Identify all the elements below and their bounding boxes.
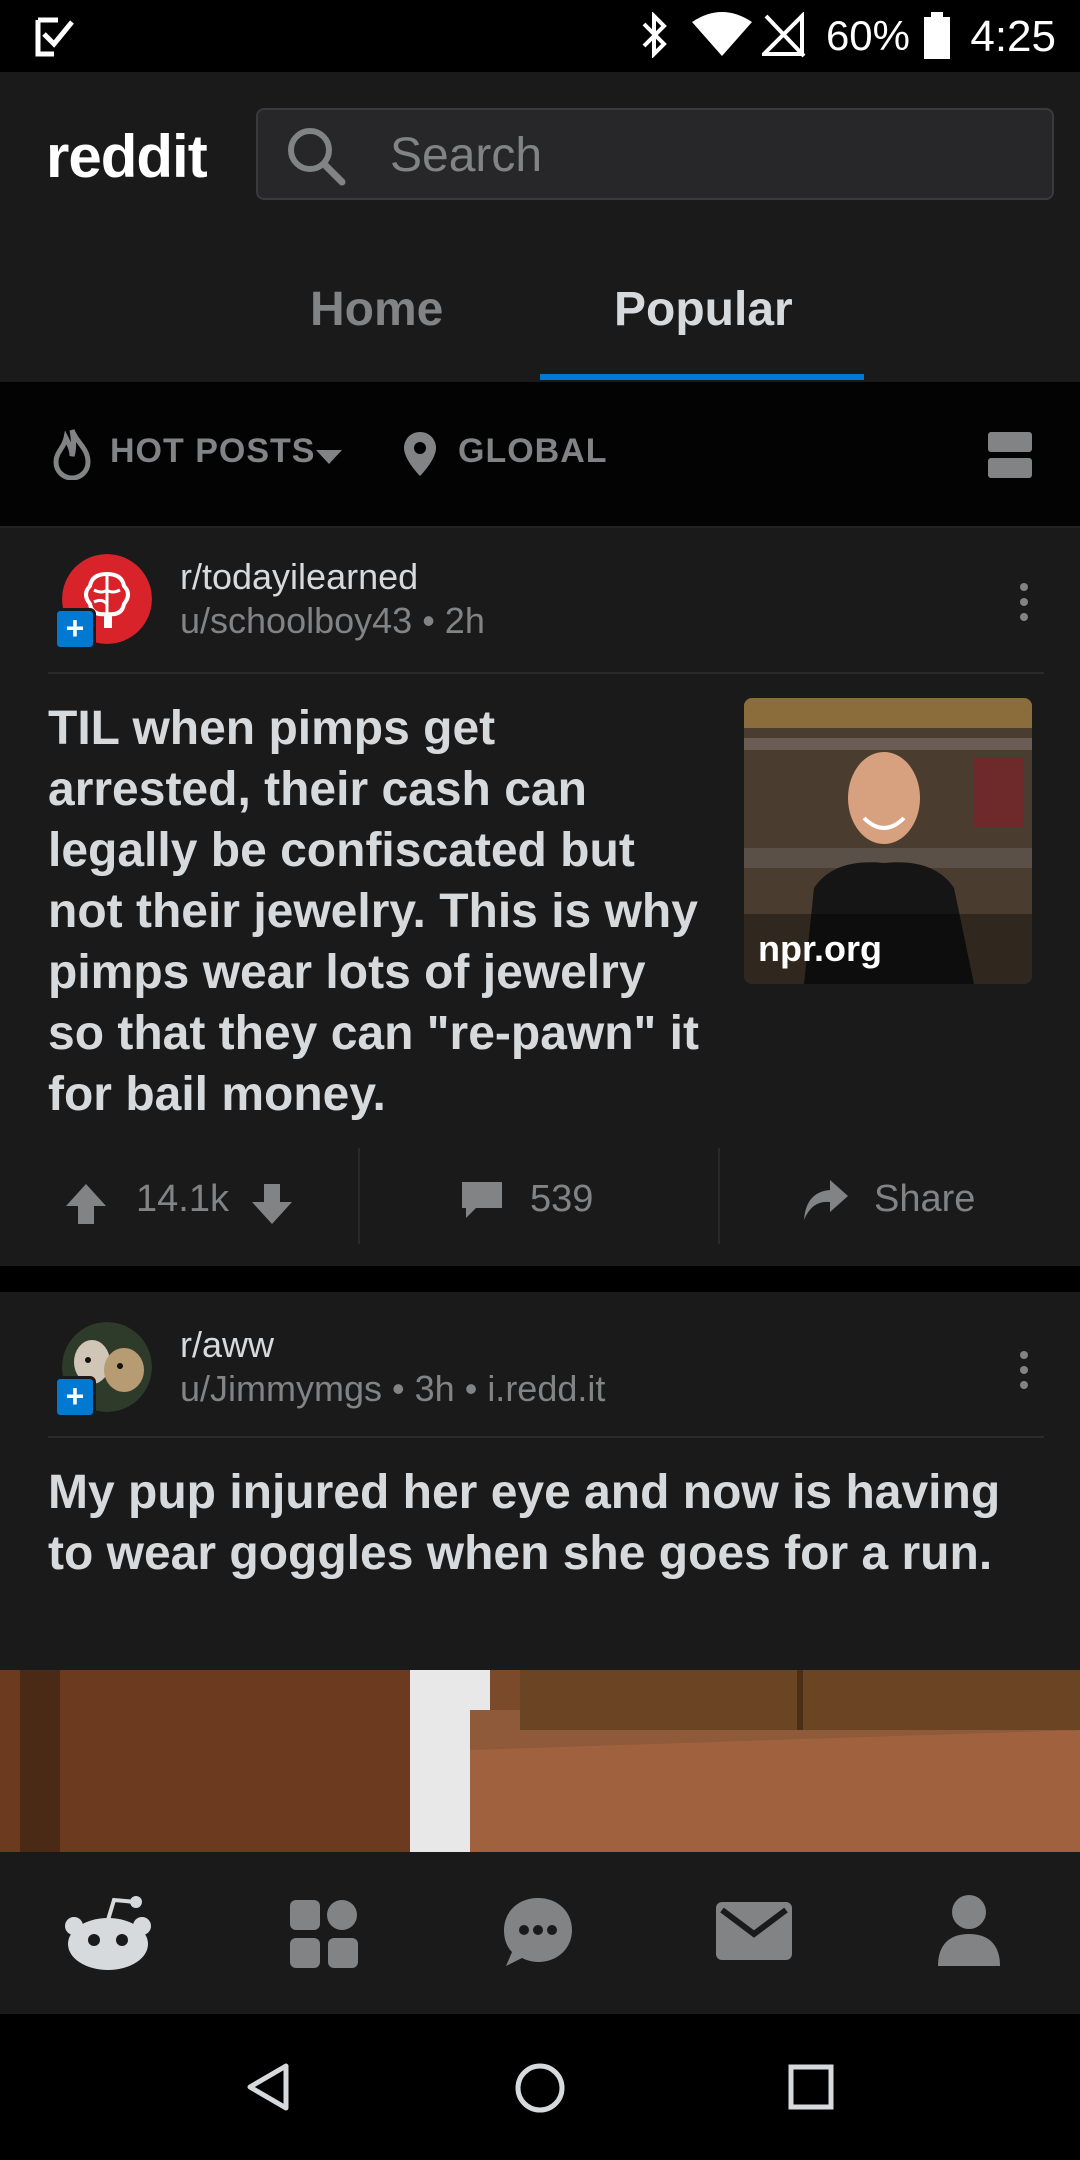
more-options-icon[interactable]	[1018, 1350, 1030, 1390]
location-filter[interactable]: GLOBAL	[400, 422, 607, 492]
post-meta: u/Jimmymgs • 3h • i.redd.it	[180, 1368, 605, 1410]
tab-home[interactable]: Home	[310, 282, 443, 337]
share-arrow-icon	[804, 1180, 848, 1220]
post-title: TIL when pimps get arrested, their cash …	[48, 702, 699, 1121]
system-navigation-bar	[0, 2014, 1080, 2160]
no-signal-icon	[762, 12, 806, 58]
profile-icon[interactable]	[936, 1894, 1002, 1966]
comments-button[interactable]: 539	[360, 1148, 718, 1244]
post-domain[interactable]: i.redd.it	[487, 1368, 605, 1409]
communities-icon[interactable]	[290, 1900, 358, 1968]
post-author[interactable]: u/Jimmymgs	[180, 1368, 382, 1409]
reddit-logo[interactable]: reddit	[46, 122, 208, 191]
post-title[interactable]: My pup injured her eye and now is having…	[48, 1462, 1028, 1584]
comment-count: 539	[530, 1178, 594, 1220]
location-pin-icon	[404, 432, 436, 476]
vote-score: 14.1k	[136, 1178, 229, 1220]
header-divider	[48, 1436, 1044, 1438]
post-age: 3h	[414, 1368, 455, 1409]
clock: 4:25	[970, 12, 1056, 61]
battery-percent: 60%	[825, 12, 910, 59]
join-plus-icon[interactable]: +	[54, 608, 96, 650]
post-image-content	[0, 1670, 1080, 1852]
tab-popular[interactable]: Popular	[614, 282, 793, 337]
post-image[interactable]	[0, 1670, 1080, 1852]
meta-separator: •	[392, 1368, 415, 1409]
search-input[interactable]	[388, 122, 1012, 188]
app-header: reddit Home Popular	[0, 72, 1080, 382]
bluetooth-icon	[642, 12, 667, 58]
recents-icon[interactable]	[788, 2064, 834, 2110]
comment-icon	[462, 1182, 502, 1218]
link-thumbnail[interactable]: npr.org	[744, 698, 1032, 984]
search-icon	[288, 128, 346, 186]
subreddit-name[interactable]: r/todayilearned	[180, 556, 418, 598]
post-title-top[interactable]: TIL when pimps get arrested, their cash …	[48, 698, 700, 1125]
post-meta: u/schoolboy43 • 2h	[180, 600, 485, 642]
more-options-icon[interactable]	[1018, 582, 1030, 622]
notification-check-icon	[35, 17, 74, 57]
post-age: 2h	[444, 600, 485, 641]
thumbnail-domain: npr.org	[758, 928, 882, 969]
logo-letter-i: i	[172, 123, 189, 190]
battery-icon	[924, 12, 950, 59]
post-card[interactable]: + r/todayilearned u/schoolboy43 • 2h npr…	[0, 528, 1080, 1266]
sort-label: HOT POSTS	[110, 432, 316, 470]
chevron-down-icon	[316, 450, 342, 464]
post-author[interactable]: u/schoolboy43	[180, 600, 412, 641]
home-circle-icon[interactable]	[514, 2062, 566, 2114]
downvote-icon[interactable]	[250, 1182, 294, 1226]
flame-icon	[53, 429, 91, 480]
upvote-icon[interactable]	[64, 1182, 108, 1226]
wifi-icon	[692, 12, 752, 56]
meta-separator: •	[422, 600, 445, 641]
join-plus-icon[interactable]: +	[54, 1376, 96, 1418]
chat-icon[interactable]	[502, 1896, 574, 1968]
home-snoo-icon[interactable]	[64, 1896, 152, 1972]
post-card[interactable]: + r/aww u/Jimmymgs • 3h • i.redd.it My p…	[0, 1292, 1080, 1852]
inbox-icon[interactable]	[716, 1902, 792, 1960]
subreddit-name[interactable]: r/aww	[180, 1324, 274, 1366]
location-label: GLOBAL	[458, 432, 608, 470]
status-bar: 60% 4:25	[0, 0, 1080, 72]
share-button[interactable]: Share	[720, 1148, 1080, 1244]
back-icon[interactable]	[246, 2062, 292, 2112]
search-box[interactable]	[256, 108, 1054, 200]
sort-filter[interactable]: HOT POSTS	[48, 422, 348, 492]
header-divider	[48, 672, 1044, 674]
active-tab-indicator	[540, 374, 864, 380]
share-label: Share	[874, 1178, 976, 1220]
meta-separator: •	[464, 1368, 488, 1409]
post-actions: 14.1k 539 Share	[0, 1148, 1080, 1248]
bottom-navigation	[0, 1852, 1080, 2014]
view-layout-icon[interactable]	[988, 432, 1032, 480]
filter-bar: HOT POSTS GLOBAL	[0, 382, 1080, 528]
